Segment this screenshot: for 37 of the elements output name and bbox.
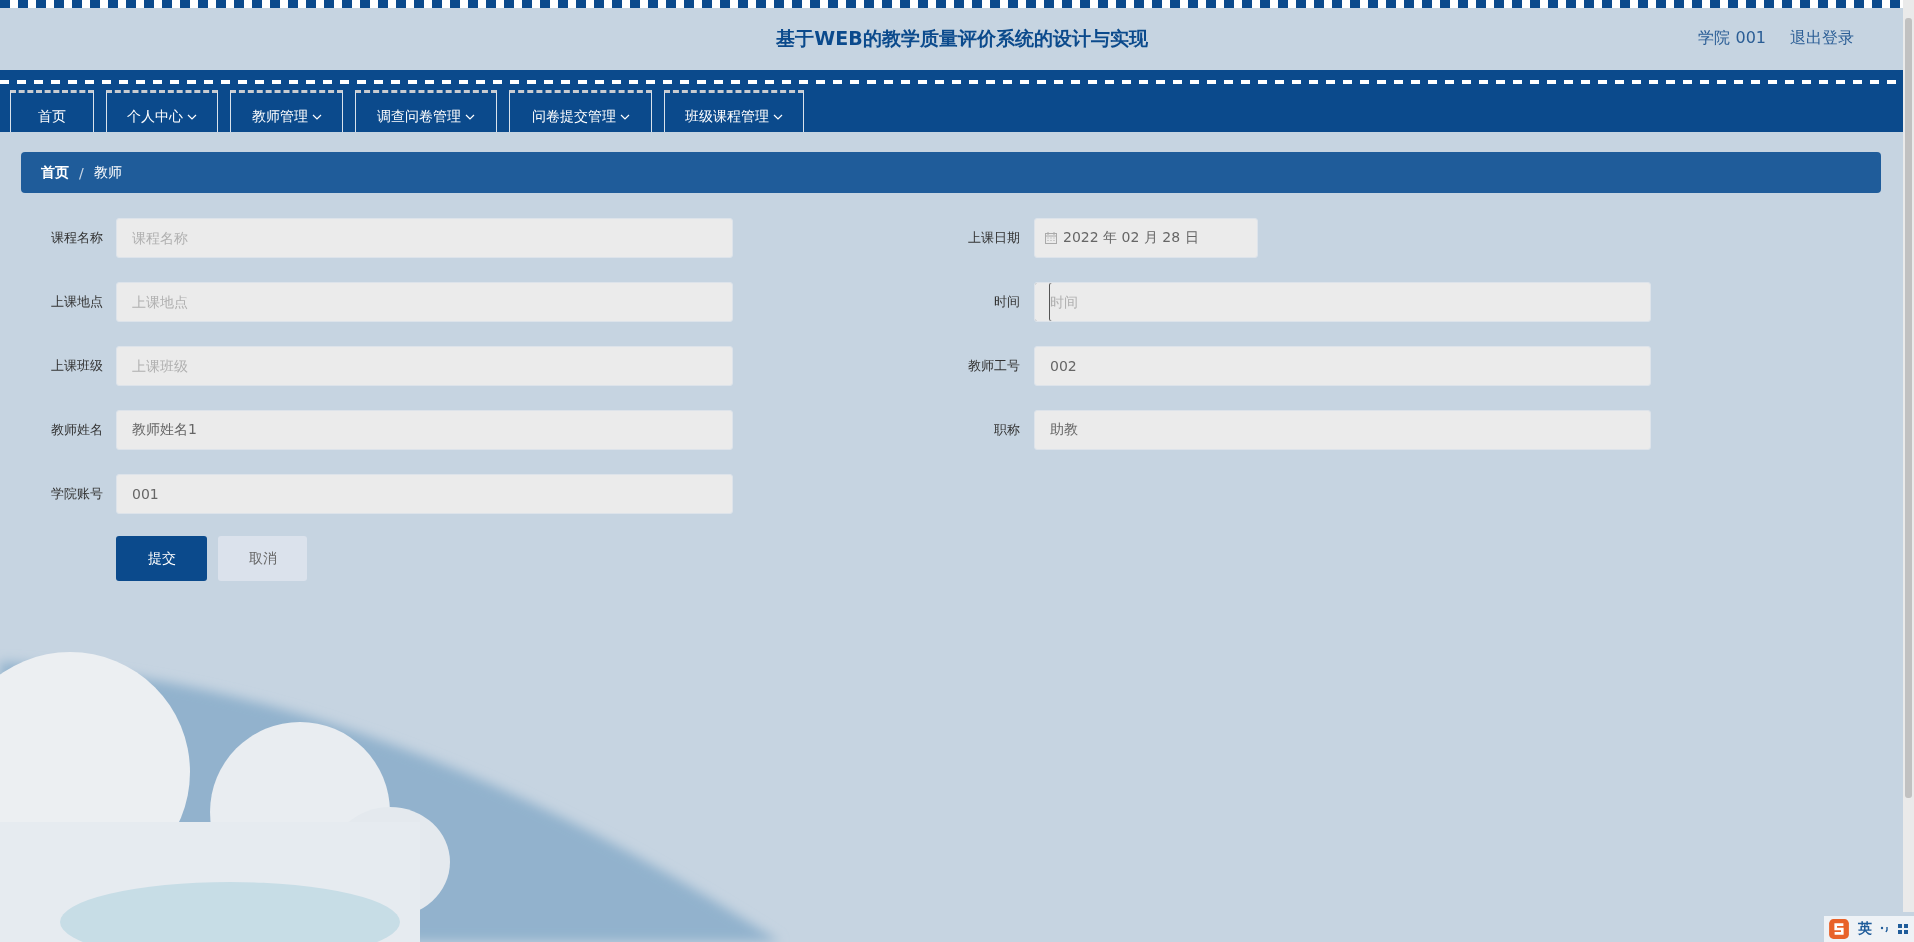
date-field[interactable]: 2022 年 02 月 28 日 [1034,218,1258,258]
nav-tab[interactable]: 教师管理 [230,90,343,132]
field-label: 上课地点 [50,293,104,311]
field-label: 课程名称 [50,229,104,247]
ime-logo-icon [1828,918,1850,940]
field-label: 教师工号 [967,357,1021,375]
ime-mode[interactable]: 英 [1858,920,1872,938]
input-field[interactable]: 001 [116,474,733,514]
field-label: 职称 [993,421,1021,439]
nav-tab[interactable]: 调查问卷管理 [355,90,497,132]
scrollbar[interactable] [1903,0,1914,912]
calendar-icon [1045,232,1057,244]
ime-toolbar[interactable]: 英 [1824,916,1914,942]
cancel-button[interactable]: 取消 [218,536,307,581]
input-field[interactable]: 时间 [1034,282,1651,322]
nav-tab[interactable]: 问卷提交管理 [509,90,652,132]
field-label: 上课日期 [967,229,1021,247]
grid-icon[interactable] [1898,924,1908,934]
site-title: 基于WEB的教学质量评价系统的设计与实现 [776,26,1148,51]
logout-link[interactable]: 退出登录 [1790,28,1854,49]
input-field[interactable]: 002 [1034,346,1651,386]
nav-tab[interactable]: 班级课程管理 [664,90,804,132]
input-field[interactable]: 助教 [1034,410,1651,450]
field-label: 时间 [993,293,1021,311]
input-field[interactable]: 课程名称 [116,218,733,258]
breadcrumb-item[interactable]: 首页 [41,163,69,182]
user-link[interactable]: 学院 001 [1698,28,1766,49]
nav-tab[interactable]: 个人中心 [106,90,218,132]
breadcrumb-item: 教师 [93,163,122,182]
submit-button[interactable]: 提交 [116,536,207,581]
nav-tab[interactable]: 首页 [10,90,94,132]
breadcrumb-separator: / [79,164,84,181]
field-label: 学院账号 [50,485,104,503]
input-field[interactable]: 教师姓名1 [116,410,733,450]
field-label: 教师姓名 [50,421,104,439]
punctuation-icon[interactable] [1880,924,1890,934]
field-label: 上课班级 [50,357,104,375]
